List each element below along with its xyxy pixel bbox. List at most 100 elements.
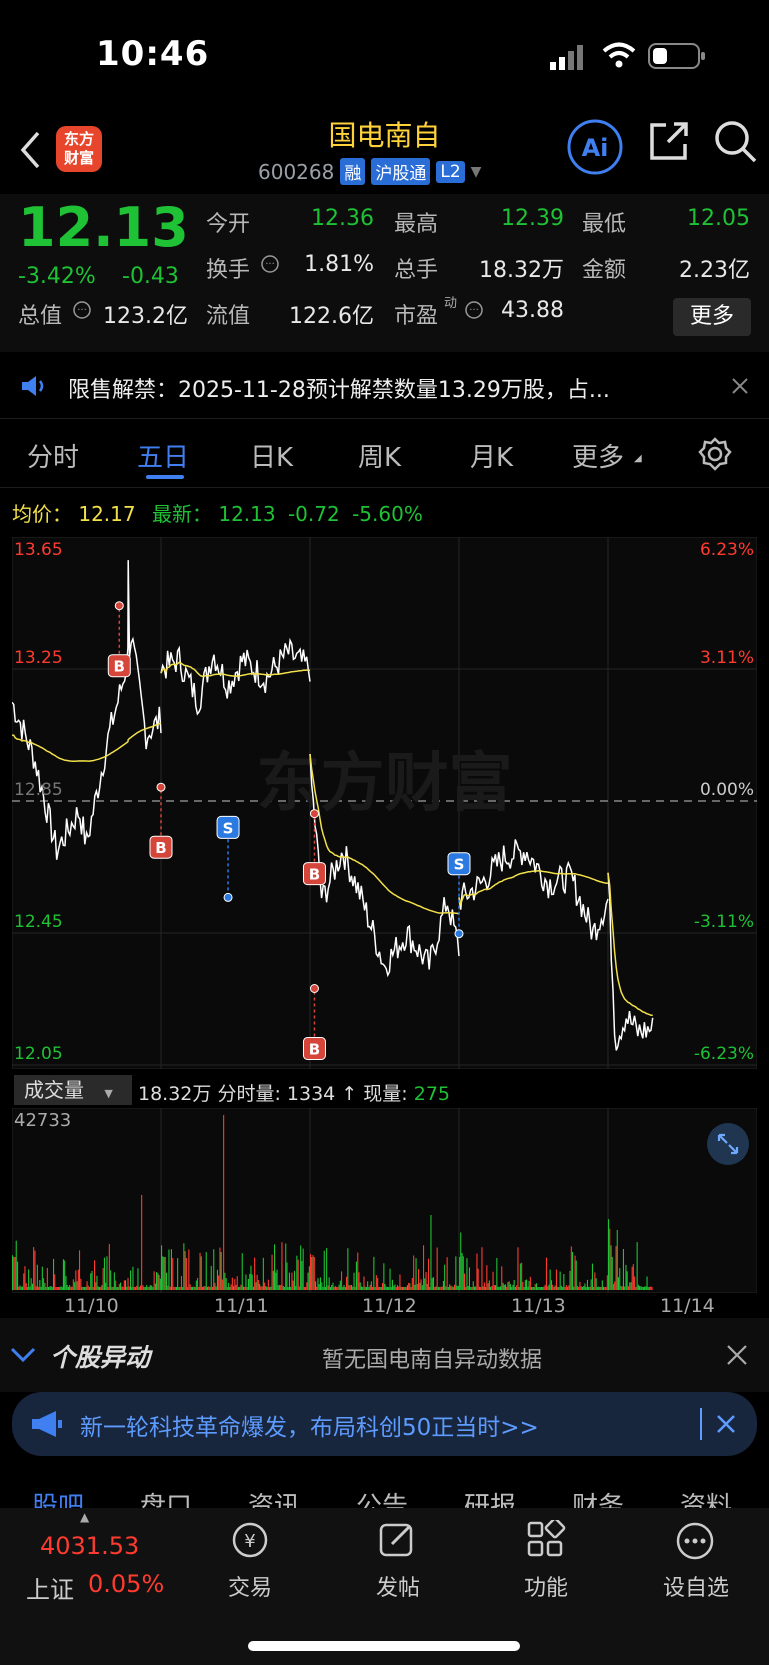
- stock-subtitle[interactable]: 600268 融 沪股通 L2 ▼: [258, 158, 481, 185]
- volume-bar: [105, 1282, 107, 1290]
- tab-weekly-k[interactable]: 周K: [358, 437, 401, 474]
- volume-bar: [588, 1286, 590, 1290]
- volume-bar: [497, 1286, 499, 1290]
- info-icon[interactable]: ···: [72, 300, 92, 320]
- volume-bar: [146, 1285, 148, 1290]
- tab-intraday[interactable]: 分时: [27, 437, 79, 474]
- volume-bar: [240, 1284, 242, 1290]
- volume-bar: [409, 1283, 411, 1290]
- volume-bar: [31, 1283, 33, 1290]
- volume-bar: [92, 1287, 94, 1290]
- share-icon[interactable]: [648, 120, 690, 162]
- volume-bar: [610, 1245, 612, 1290]
- volume-bar: [589, 1286, 591, 1290]
- functions-icon[interactable]: [526, 1520, 566, 1560]
- volume-bar: [389, 1268, 391, 1290]
- status-time: 10:46: [96, 34, 210, 74]
- volume-bar: [353, 1272, 355, 1290]
- info-icon[interactable]: ···: [260, 254, 280, 274]
- volume-bar: [529, 1276, 531, 1290]
- volume-bar: [594, 1272, 596, 1290]
- volume-bar: [125, 1280, 127, 1290]
- tab-five-day[interactable]: 五日: [137, 437, 189, 474]
- volume-bar: [308, 1266, 310, 1290]
- info-icon[interactable]: ···: [464, 300, 484, 320]
- trade-icon[interactable]: ¥: [228, 1520, 272, 1560]
- subtab-orderbook[interactable]: 盘口: [140, 1486, 192, 1508]
- label-turnover: 换手: [206, 258, 251, 283]
- volume-bar: [95, 1282, 97, 1290]
- volume-bar: [117, 1287, 119, 1290]
- settings-icon[interactable]: [698, 437, 732, 471]
- volume-bar: [365, 1287, 367, 1290]
- watchlist-icon[interactable]: [674, 1520, 716, 1562]
- volume-bar: [85, 1286, 87, 1290]
- volume-bar: [613, 1283, 615, 1290]
- volume-bar: [445, 1286, 447, 1290]
- price-chart[interactable]: 东方财富 B B S B B S 13.65 6.23% 13.25 3.11% 12.85 0.00%…: [11, 536, 758, 1070]
- promo-banner[interactable]: 新一轮科技革命爆发，布局科创50正当时>>: [12, 1392, 757, 1456]
- volume-bar: [552, 1284, 554, 1290]
- volume-bar: [373, 1256, 375, 1290]
- value-float-cap: 122.6亿: [289, 304, 374, 329]
- volume-bar: [512, 1284, 514, 1290]
- tab-monthly-k[interactable]: 月K: [470, 437, 513, 474]
- search-icon[interactable]: [714, 120, 758, 164]
- chevron-down-icon: ▼: [104, 1087, 113, 1100]
- close-icon[interactable]: [716, 1414, 736, 1434]
- volume-bar: [357, 1252, 359, 1290]
- subtab-profile[interactable]: 资料: [680, 1486, 732, 1508]
- chart-watermark: 东方财富: [257, 747, 513, 821]
- volume-bar: [329, 1287, 331, 1290]
- volume-bar: [440, 1286, 442, 1290]
- subtab-research[interactable]: 研报: [464, 1486, 516, 1508]
- volume-bar: [568, 1285, 570, 1290]
- more-button[interactable]: 更多: [673, 298, 751, 336]
- tab-more[interactable]: 更多: [572, 437, 624, 474]
- volume-bar: [66, 1285, 68, 1290]
- volume-bar: [266, 1287, 268, 1290]
- volume-bar: [452, 1287, 454, 1290]
- last-price: 12.13: [18, 196, 189, 259]
- volume-bar: [166, 1272, 168, 1290]
- nav-post[interactable]: 发帖: [348, 1570, 448, 1602]
- volume-bar: [500, 1286, 502, 1290]
- notice-bar[interactable]: 限售解禁：2025-11-28预计解禁数量13.29万股，占...: [0, 358, 769, 414]
- subtab-finance[interactable]: 财务: [572, 1486, 624, 1508]
- volume-bar: [188, 1249, 190, 1290]
- close-icon[interactable]: [730, 376, 750, 396]
- volume-chart[interactable]: 42733: [11, 1107, 758, 1294]
- volume-bar: [537, 1287, 539, 1290]
- tab-daily-k[interactable]: 日K: [250, 437, 293, 474]
- volume-bar: [394, 1284, 396, 1290]
- label-open: 今开: [206, 212, 251, 237]
- volume-select[interactable]: 成交量 ▼: [14, 1075, 132, 1105]
- volume-bar: [50, 1286, 52, 1290]
- volume-bar: [15, 1240, 17, 1290]
- volume-bar: [626, 1271, 628, 1290]
- ai-icon[interactable]: Ai: [566, 118, 624, 176]
- volume-bar: [374, 1287, 376, 1290]
- volume-bar: [454, 1284, 456, 1290]
- chevron-down-icon[interactable]: [10, 1346, 36, 1364]
- volume-bar: [360, 1286, 362, 1290]
- post-icon[interactable]: [378, 1520, 418, 1560]
- volume-bar: [324, 1287, 326, 1290]
- subtab-announcements[interactable]: 公告: [356, 1486, 408, 1508]
- nav-functions[interactable]: 功能: [496, 1570, 596, 1602]
- volume-bar: [536, 1283, 538, 1290]
- volume-bar: [516, 1285, 518, 1290]
- subtab-news[interactable]: 资讯: [248, 1486, 300, 1508]
- caret-up-icon[interactable]: ▲: [80, 1510, 89, 1524]
- label-float-cap: 流值: [206, 304, 251, 329]
- close-icon[interactable]: [726, 1344, 748, 1366]
- nav-watchlist[interactable]: 设自选: [646, 1570, 746, 1602]
- volume-bar: [380, 1287, 382, 1290]
- volume-bar: [215, 1286, 217, 1290]
- subtab-forum[interactable]: 股吧: [32, 1486, 84, 1508]
- nav-trade[interactable]: 交易: [200, 1570, 300, 1602]
- marker-label: S: [223, 819, 234, 837]
- volume-bar: [456, 1285, 458, 1290]
- expand-icon[interactable]: [706, 1122, 750, 1166]
- volume-bar: [491, 1286, 493, 1290]
